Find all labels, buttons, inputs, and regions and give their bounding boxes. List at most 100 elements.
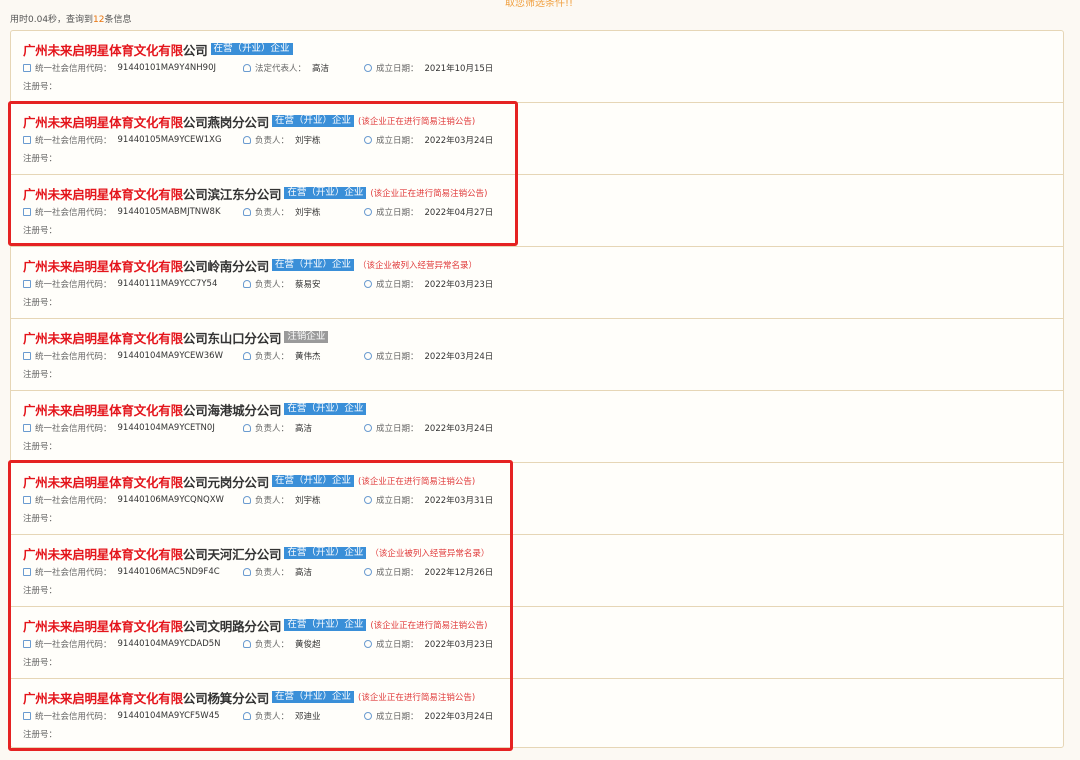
reg-no-label: 注册号： — [23, 298, 58, 308]
id-card-icon — [23, 712, 31, 720]
company-name-rest[interactable]: 公司文明路分公司 — [183, 616, 282, 635]
founded-value: 2021年10月15日 — [424, 64, 494, 74]
company-name-rest[interactable]: 公司岭南分公司 — [183, 256, 269, 275]
founded-value: 2022年12月26日 — [424, 568, 494, 578]
person-icon — [243, 712, 251, 720]
notice-text: (该企业正在进行简易注销公告) — [358, 693, 476, 703]
person-icon — [243, 280, 251, 288]
company-card[interactable]: 广州未来启明星体育文化有限 公司文明路分公司 在营（开业）企业 (该企业正在进行简… — [11, 607, 1063, 679]
reg-no-label: 注册号： — [23, 442, 58, 452]
founded-label: 成立日期： — [376, 496, 419, 506]
person-value[interactable]: 高洁 — [312, 62, 329, 74]
company-card[interactable]: 广州未来启明星体育文化有限 公司 在营（开业）企业 统一社会信用代码： 91440… — [11, 31, 1063, 103]
company-name-rest[interactable]: 公司东山口分公司 — [183, 328, 282, 347]
reg-no-label: 注册号： — [23, 82, 58, 92]
id-card-icon — [23, 64, 31, 72]
person-value[interactable]: 刘宇栋 — [295, 206, 321, 218]
summary-suffix: 条信息 — [104, 15, 132, 25]
company-card[interactable]: 广州未来启明星体育文化有限 公司岭南分公司 在营（开业）企业 （该企业被列入经营异… — [11, 247, 1063, 319]
company-card[interactable]: 广州未来启明星体育文化有限 公司元岗分公司 在营（开业）企业 (该企业正在进行简易… — [11, 463, 1063, 535]
founded-value: 2022年03月24日 — [424, 352, 494, 362]
notice-text: （该企业被列入经营异常名录） — [358, 261, 478, 271]
person-value[interactable]: 邓迪业 — [295, 710, 321, 722]
company-name-rest[interactable]: 公司元岗分公司 — [183, 472, 269, 491]
notice-text: （该企业被列入经营异常名录） — [370, 549, 490, 559]
company-name-rest[interactable]: 公司燕岗分公司 — [183, 112, 269, 131]
credit-code-value: 91440104MA9YCDAD5N — [117, 639, 221, 649]
person-value[interactable]: 高洁 — [295, 422, 312, 434]
company-card[interactable]: 广州未来启明星体育文化有限 公司燕岗分公司 在营（开业）企业 (该企业正在进行简易… — [11, 103, 1063, 175]
company-name-highlight[interactable]: 广州未来启明星体育文化有限 — [23, 328, 183, 347]
company-name-rest[interactable]: 公司 — [183, 40, 208, 59]
person-label: 负责人： — [255, 712, 290, 722]
info-icon — [364, 136, 372, 144]
founded-value: 2022年03月24日 — [424, 136, 494, 146]
id-card-icon — [23, 280, 31, 288]
id-card-icon — [23, 640, 31, 648]
credit-code-value: 91440105MA9YCEW1XG — [117, 135, 222, 145]
company-result-list: 广州未来启明星体育文化有限 公司 在营（开业）企业 统一社会信用代码： 91440… — [10, 30, 1064, 748]
company-name-highlight[interactable]: 广州未来启明星体育文化有限 — [23, 688, 183, 707]
id-card-icon — [23, 568, 31, 576]
company-card[interactable]: 广州未来启明星体育文化有限 公司海港城分公司 在营（开业）企业 统一社会信用代码：… — [11, 391, 1063, 463]
person-value[interactable]: 高洁 — [295, 566, 312, 578]
reg-no-label: 注册号： — [23, 370, 58, 380]
company-name-highlight[interactable]: 广州未来启明星体育文化有限 — [23, 112, 183, 131]
person-label: 法定代表人： — [255, 64, 307, 74]
person-icon — [243, 640, 251, 648]
credit-code-label: 统一社会信用代码： — [35, 568, 112, 578]
credit-code-value: 91440106MAC5ND9F4C — [117, 567, 220, 577]
company-card[interactable]: 广州未来启明星体育文化有限 公司东山口分公司 注销企业 统一社会信用代码： 914… — [11, 319, 1063, 391]
status-badge: 在营（开业）企业 — [284, 619, 367, 631]
person-label: 负责人： — [255, 496, 290, 506]
company-name-rest[interactable]: 公司滨江东分公司 — [183, 184, 282, 203]
founded-label: 成立日期： — [376, 208, 419, 218]
company-card[interactable]: 广州未来启明星体育文化有限 公司天河汇分公司 在营（开业）企业 （该企业被列入经营… — [11, 535, 1063, 607]
credit-code-label: 统一社会信用代码： — [35, 352, 112, 362]
status-badge: 在营（开业）企业 — [272, 691, 355, 703]
company-name-highlight[interactable]: 广州未来启明星体育文化有限 — [23, 256, 183, 275]
person-label: 负责人： — [255, 352, 290, 362]
company-name-highlight[interactable]: 广州未来启明星体育文化有限 — [23, 400, 183, 419]
founded-value: 2022年03月24日 — [424, 712, 494, 722]
reg-no-label: 注册号： — [23, 658, 58, 668]
person-label: 负责人： — [255, 208, 290, 218]
result-summary: 用时0.04秒，查询到12条信息 — [10, 12, 132, 25]
company-name-rest[interactable]: 公司海港城分公司 — [183, 400, 282, 419]
result-count: 12 — [93, 15, 105, 25]
summary-prefix: 用时0.04秒，查询到 — [10, 15, 94, 25]
company-name-rest[interactable]: 公司天河汇分公司 — [183, 544, 282, 563]
reg-no-label: 注册号： — [23, 154, 58, 164]
id-card-icon — [23, 136, 31, 144]
status-badge: 在营（开业）企业 — [284, 187, 367, 199]
notice-text: (该企业正在进行简易注销公告) — [358, 117, 476, 127]
company-name-rest[interactable]: 公司杨箕分公司 — [183, 688, 269, 707]
person-value[interactable]: 黄伟杰 — [295, 350, 321, 362]
status-badge: 在营（开业）企业 — [284, 403, 367, 415]
company-name-highlight[interactable]: 广州未来启明星体育文化有限 — [23, 616, 183, 635]
reg-no-label: 注册号： — [23, 514, 58, 524]
person-value[interactable]: 蔡易安 — [295, 278, 321, 290]
company-name-highlight[interactable]: 广州未来启明星体育文化有限 — [23, 544, 183, 563]
company-name-highlight[interactable]: 广州未来启明星体育文化有限 — [23, 184, 183, 203]
company-card[interactable]: 广州未来启明星体育文化有限 公司滨江东分公司 在营（开业）企业 (该企业正在进行简… — [11, 175, 1063, 247]
person-value[interactable]: 黄俊超 — [295, 638, 321, 650]
person-icon — [243, 136, 251, 144]
reg-no-label: 注册号： — [23, 730, 58, 740]
credit-code-value: 91440104MA9YCETN0J — [117, 423, 215, 433]
top-hint: 取您筛选条件!! — [505, 0, 574, 9]
notice-text: (该企业正在进行简易注销公告) — [370, 621, 488, 631]
company-card[interactable]: 广州未来启明星体育文化有限 公司杨箕分公司 在营（开业）企业 (该企业正在进行简易… — [11, 679, 1063, 751]
founded-value: 2022年04月27日 — [424, 208, 494, 218]
person-value[interactable]: 刘宇栋 — [295, 494, 321, 506]
info-icon — [364, 64, 372, 72]
info-icon — [364, 280, 372, 288]
person-label: 负责人： — [255, 568, 290, 578]
company-name-highlight[interactable]: 广州未来启明星体育文化有限 — [23, 40, 183, 59]
founded-value: 2022年03月31日 — [424, 496, 494, 506]
company-name-highlight[interactable]: 广州未来启明星体育文化有限 — [23, 472, 183, 491]
id-card-icon — [23, 424, 31, 432]
person-label: 负责人： — [255, 424, 290, 434]
person-value[interactable]: 刘宇栋 — [295, 134, 321, 146]
founded-value: 2022年03月23日 — [424, 640, 494, 650]
